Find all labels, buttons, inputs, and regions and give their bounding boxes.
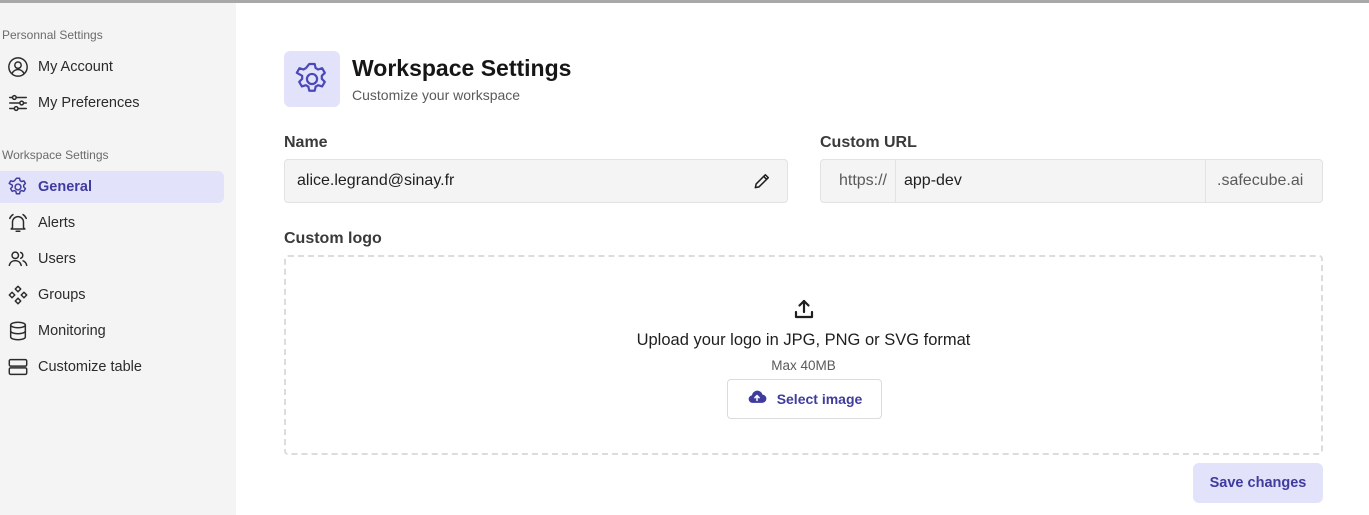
page-subtitle: Customize your workspace: [352, 87, 521, 103]
sidebar-item-alerts[interactable]: Alerts: [0, 207, 224, 239]
sidebar-item-label: Users: [38, 251, 76, 267]
upload-size-limit: Max 40MB: [771, 358, 836, 373]
gear-icon: [7, 176, 29, 198]
personal-settings-heading: Personnal Settings: [2, 28, 103, 42]
user-circle-icon: [7, 56, 29, 78]
sliders-icon: [7, 92, 29, 114]
sidebar-item-customize-table[interactable]: Customize table: [0, 351, 224, 383]
sidebar-item-label: Customize table: [38, 359, 142, 375]
upload-icon: [792, 297, 816, 321]
cloud-upload-icon: [747, 387, 767, 412]
sidebar-item-label: Monitoring: [38, 323, 106, 339]
users-icon: [7, 248, 29, 270]
url-suffix: .safecube.ai: [1205, 160, 1322, 202]
name-value: alice.legrand@sinay.fr: [297, 172, 455, 189]
name-label: Name: [284, 134, 328, 151]
sidebar-item-users[interactable]: Users: [0, 243, 224, 275]
sidebar-item-groups[interactable]: Groups: [0, 279, 224, 311]
url-subdomain-input[interactable]: app-dev: [896, 160, 1205, 202]
logo-dropzone[interactable]: Upload your logo in JPG, PNG or SVG form…: [284, 255, 1323, 455]
header-gear-icon: [284, 51, 340, 107]
save-changes-button[interactable]: Save changes: [1193, 463, 1323, 503]
sidebar-item-label: My Account: [38, 59, 113, 75]
upload-instructions: Upload your logo in JPG, PNG or SVG form…: [636, 331, 971, 349]
page-title: Workspace Settings: [352, 55, 572, 81]
sidebar-item-label: Groups: [38, 287, 86, 303]
database-icon: [7, 320, 29, 342]
sidebar-item-my-account[interactable]: My Account: [0, 51, 224, 83]
custom-url-label: Custom URL: [820, 134, 917, 151]
custom-logo-label: Custom logo: [284, 230, 382, 247]
custom-url-field: https:// app-dev .safecube.ai: [820, 159, 1323, 203]
sidebar: Personnal Settings My Account My Prefere…: [0, 3, 236, 515]
sidebar-item-label: Alerts: [38, 215, 76, 231]
select-image-button[interactable]: Select image: [727, 379, 882, 419]
sidebar-item-monitoring[interactable]: Monitoring: [0, 315, 224, 347]
workspace-settings-heading: Workspace Settings: [2, 148, 109, 162]
sidebar-item-general[interactable]: General: [0, 171, 224, 203]
url-prefix: https://: [821, 160, 896, 202]
edit-pencil-icon[interactable]: [750, 169, 774, 193]
bell-icon: [7, 212, 29, 234]
select-image-label: Select image: [776, 391, 863, 407]
name-field[interactable]: alice.legrand@sinay.fr: [284, 159, 788, 203]
sidebar-item-my-preferences[interactable]: My Preferences: [0, 87, 224, 119]
table-rows-icon: [7, 356, 29, 378]
sidebar-item-label: General: [38, 179, 92, 195]
groups-icon: [7, 284, 29, 306]
sidebar-item-label: My Preferences: [38, 95, 140, 111]
